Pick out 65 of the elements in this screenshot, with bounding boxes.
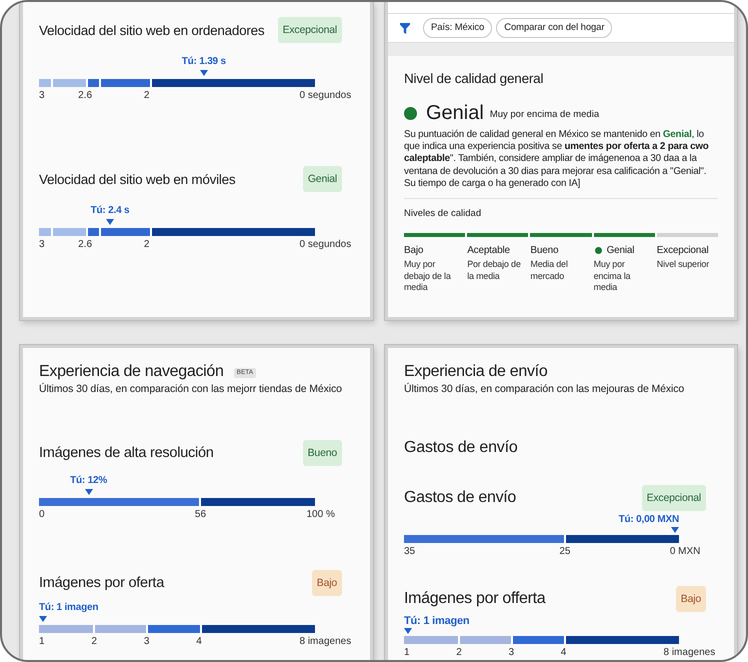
scale-label: 2.6 bbox=[78, 89, 92, 102]
level-caption: Muy por encima la media bbox=[594, 259, 632, 294]
scale-label: 100 % bbox=[306, 508, 335, 521]
scale-label: 1 bbox=[39, 635, 45, 648]
rating-badge: Bajo bbox=[676, 586, 706, 612]
scale-label: 0 segundos bbox=[299, 238, 352, 251]
scale-label: 2 bbox=[456, 646, 462, 659]
marker-label: Tú: 12% bbox=[70, 475, 108, 487]
section-label: Niveles de calidad bbox=[404, 208, 482, 220]
scale-label: 2 bbox=[144, 238, 150, 251]
rating-badge: Genial bbox=[302, 166, 342, 192]
scale-label: 2 bbox=[91, 635, 97, 648]
level-caption: Nivel superior bbox=[656, 259, 710, 271]
level-label: Aceptable bbox=[467, 244, 510, 258]
level-label: Excepcional bbox=[656, 244, 709, 258]
scale-label: 0 MXN bbox=[670, 545, 700, 558]
level-caption: Muy por debajo de la media bbox=[404, 259, 452, 294]
scale-label: 4 bbox=[560, 646, 566, 659]
level-label: Bueno bbox=[530, 244, 558, 258]
scale-label: 3 bbox=[508, 646, 514, 659]
card-subtitle: Últimos 30 días, en comparación con las mejouras de México bbox=[404, 383, 686, 396]
marker-label: Tú: 1 imagen bbox=[39, 602, 98, 614]
scale-label: 1 bbox=[404, 646, 410, 659]
filter-chip[interactable]: País: México bbox=[423, 18, 492, 38]
status-caption: Muy por encima de media bbox=[490, 109, 600, 121]
rating-badge: Excepcional bbox=[278, 17, 342, 43]
scale-label: 3 bbox=[144, 635, 150, 648]
quality-description: Su puntuación de calidad general en México se mantenido en Genial, lo que indica una experiencia positiva se umentes por oferta a 2 para cwo caleptable". También, considere ampliar de imágenenoa a 30 daa a la ventana de devolución a 30 dias para mejorar esa calificación a "Genial". Su tiempo de carga o ha generado con IA] bbox=[404, 129, 710, 190]
scale-label: 56 bbox=[194, 508, 206, 521]
marker-label: Tú: 1.39 s bbox=[182, 56, 226, 68]
panel-title: Nivel de calidad general bbox=[404, 70, 544, 87]
rating-badge: Bueno bbox=[302, 440, 342, 466]
card-subtitle: Últimos 30 días, en comparación con las mejorr tiendas de México bbox=[39, 383, 343, 396]
marker-label: Tú: 0,00 MXN bbox=[618, 514, 679, 526]
metric-title: Gastos de envío bbox=[404, 489, 516, 507]
scale-label: 4 bbox=[196, 635, 202, 648]
scale-label: 0 bbox=[39, 508, 45, 521]
metric-title: Imágenes por offerta bbox=[404, 590, 546, 608]
metric-title: Imágenes de alta resolución bbox=[39, 445, 214, 461]
scale-label: 0 segundos bbox=[299, 89, 352, 102]
rating-badge: Bajo bbox=[312, 570, 342, 596]
filter-icon[interactable] bbox=[400, 22, 410, 34]
scale-label: 35 bbox=[404, 545, 416, 558]
filter-chip[interactable]: Comparar con del hogar bbox=[496, 18, 612, 38]
metric-title: Imágenes por oferta bbox=[39, 575, 164, 591]
card-title: Experiencia de envío bbox=[404, 362, 548, 382]
card-title: Experiencia de navegación bbox=[39, 362, 224, 382]
scale-label: 3 bbox=[39, 89, 45, 102]
level-label: Genial bbox=[594, 244, 634, 258]
marker-label: Tú: 2.4 s bbox=[90, 205, 130, 217]
status-label: Genial bbox=[426, 101, 484, 125]
scale-label: 8 imagenes bbox=[300, 635, 352, 648]
scale-label: 8 imagenes bbox=[664, 646, 716, 659]
scale-label: 2.6 bbox=[78, 238, 92, 251]
rating-badge: Excepcional bbox=[642, 485, 706, 511]
marker-label: Tú: 1 imagen bbox=[404, 615, 470, 627]
section-title: Gastos de envío bbox=[404, 438, 519, 458]
metric-title: Velocidad del sitio web en ordenadores bbox=[39, 22, 264, 38]
scale-label: 25 bbox=[559, 545, 570, 558]
level-label: Bajo bbox=[404, 244, 424, 258]
level-caption: Media del mercado bbox=[530, 259, 569, 282]
scale-label: 2 bbox=[144, 89, 150, 102]
level-caption: Por debajo de la media bbox=[467, 259, 522, 282]
scale-label: 3 bbox=[39, 238, 45, 251]
metric-title: Velocidad del sitio web en móviles bbox=[39, 172, 236, 186]
